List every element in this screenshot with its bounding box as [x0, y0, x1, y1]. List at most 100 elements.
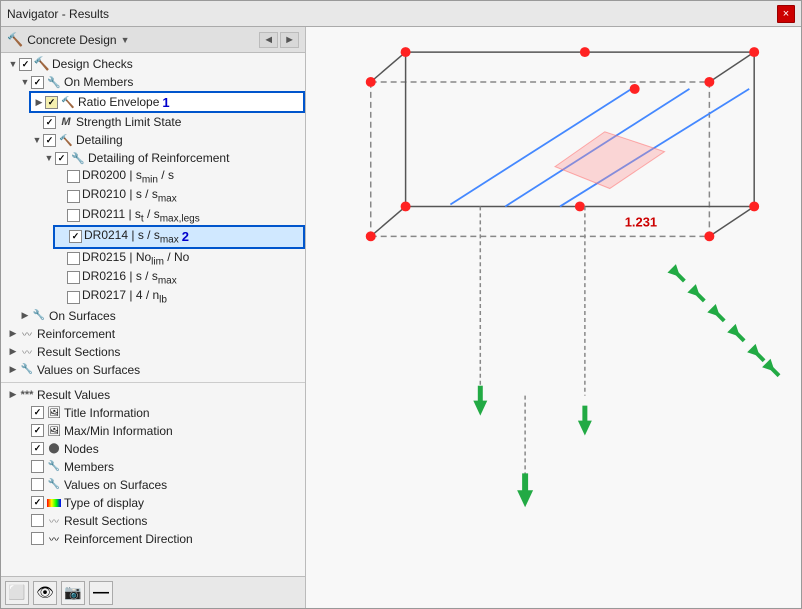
title-bar: Navigator - Results × — [1, 1, 801, 27]
dr0210-expand — [55, 190, 67, 202]
right-panel[interactable]: 1.231 — [306, 27, 801, 608]
ratio-envelope-checkbox[interactable] — [45, 96, 58, 109]
result-values-icon: *** — [19, 387, 35, 403]
type-display-checkbox[interactable] — [31, 496, 44, 509]
dr0216-item[interactable]: DR0216 | s / smax — [53, 268, 305, 287]
det-reinf-checkbox[interactable] — [55, 152, 68, 165]
det-of-reinf-item[interactable]: 🔧 Detailing of Reinforcement — [41, 149, 305, 167]
panel-arrows: ◄ ► — [259, 32, 299, 48]
title-info-item[interactable]: 🖼 Title Information — [17, 404, 305, 422]
ratio-envelope-number: 1 — [162, 95, 169, 110]
dr0211-checkbox[interactable] — [67, 209, 80, 222]
maxmin-info-item[interactable]: 🖼 Max/Min Information — [17, 422, 305, 440]
detailing-item[interactable]: 🔨 Detailing — [29, 131, 305, 149]
type-display-item[interactable]: Type of display — [17, 494, 305, 512]
result-sections-top-item[interactable]: 〰 Result Sections — [5, 343, 305, 361]
values-on-surfaces-label: Values on Surfaces — [37, 363, 140, 377]
tree-container[interactable]: 🔨 Design Checks 🔧 On Members 🔨 Ratio Env… — [1, 53, 305, 576]
result-sections-top-expand[interactable] — [7, 346, 19, 358]
values-surf2-expand — [19, 479, 31, 491]
dr0215-item[interactable]: DR0215 | Nolim / No — [53, 249, 305, 268]
panel-title: Concrete Design — [27, 33, 116, 47]
viewport[interactable]: 1.231 — [306, 27, 801, 608]
toolbar-button-2[interactable]: 👁 — [33, 581, 57, 605]
detailing-expand[interactable] — [31, 134, 43, 146]
toolbar-button-1[interactable]: ⬜ — [5, 581, 29, 605]
on-members-label: On Members — [64, 75, 133, 89]
on-members-expand[interactable] — [19, 76, 31, 88]
on-members-item[interactable]: 🔧 On Members — [17, 73, 305, 91]
maxmin-expand — [19, 425, 31, 437]
on-surfaces-item[interactable]: 🔧 On Surfaces — [17, 307, 305, 325]
ratio-envelope-icon: 🔨 — [60, 94, 76, 110]
design-checks-label: Design Checks — [52, 57, 133, 71]
on-members-checkbox[interactable] — [31, 76, 44, 89]
ratio-envelope-expand[interactable] — [33, 96, 45, 108]
line-icon: — — [93, 584, 109, 602]
result-sec2-checkbox[interactable] — [31, 514, 44, 527]
reinf-dir-checkbox[interactable] — [31, 532, 44, 545]
dr0216-expand — [55, 272, 67, 284]
toolbar-button-4[interactable]: — — [89, 581, 113, 605]
maxmin-checkbox[interactable] — [31, 424, 44, 437]
dr0217-expand — [55, 291, 67, 303]
members-checkbox[interactable] — [31, 460, 44, 473]
dr0215-label: DR0215 | Nolim / No — [82, 250, 189, 267]
values-on-surfaces-item[interactable]: 🔧 Values on Surfaces — [5, 361, 305, 379]
result-sec2-icon: 〰 — [46, 513, 62, 529]
strength-checkbox[interactable] — [43, 116, 56, 129]
dr0217-item[interactable]: DR0217 | 4 / nlb — [53, 287, 305, 306]
reinf-dir-item[interactable]: 〰 Reinforcement Direction — [17, 530, 305, 548]
result-values-expand[interactable] — [7, 389, 19, 401]
toolbar-button-3[interactable]: 📷 — [61, 581, 85, 605]
strength-limit-item[interactable]: M Strength Limit State — [29, 113, 305, 131]
nodes-checkbox[interactable] — [31, 442, 44, 455]
dr0216-checkbox[interactable] — [67, 271, 80, 284]
strength-label: Strength Limit State — [76, 115, 181, 129]
design-checks-item[interactable]: 🔨 Design Checks — [5, 55, 305, 73]
design-checks-checkbox[interactable] — [19, 58, 32, 71]
dr0215-expand — [55, 252, 67, 264]
nodes-item[interactable]: ⬤ Nodes — [17, 440, 305, 458]
close-button[interactable]: × — [777, 5, 795, 23]
dr0215-checkbox[interactable] — [67, 252, 80, 265]
reinforcement-item[interactable]: 〰 Reinforcement — [5, 325, 305, 343]
detailing-checkbox[interactable] — [43, 134, 56, 147]
result-sec2-expand — [19, 515, 31, 527]
on-surfaces-expand[interactable] — [19, 310, 31, 322]
dr0214-checkbox[interactable] — [69, 230, 82, 243]
dr0200-checkbox[interactable] — [67, 170, 80, 183]
dr0200-expand — [55, 171, 67, 183]
dr0214-expand — [57, 231, 69, 243]
members-label: Members — [64, 460, 114, 474]
dr0210-item[interactable]: DR0210 | s / smax — [53, 186, 305, 205]
values-surfaces2-item[interactable]: 🔧 Values on Surfaces — [17, 476, 305, 494]
result-values-item[interactable]: *** Result Values — [5, 386, 305, 404]
values-on-surfaces-expand[interactable] — [7, 364, 19, 376]
ratio-envelope-item[interactable]: 🔨 Ratio Envelope 1 — [29, 91, 305, 113]
dr0210-checkbox[interactable] — [67, 190, 80, 203]
design-checks-expand[interactable] — [7, 58, 19, 70]
dr0200-item[interactable]: DR0200 | smin / s — [53, 167, 305, 186]
values-surf2-checkbox[interactable] — [31, 478, 44, 491]
members-item[interactable]: 🔧 Members — [17, 458, 305, 476]
reinforcement-icon: 〰 — [19, 326, 35, 342]
title-info-checkbox[interactable] — [31, 406, 44, 419]
title-info-icon: 🖼 — [46, 405, 62, 421]
svg-text:1.231: 1.231 — [625, 214, 657, 229]
maxmin-label: Max/Min Information — [64, 424, 173, 438]
arrow-right-btn[interactable]: ► — [280, 32, 299, 48]
on-surfaces-label: On Surfaces — [49, 309, 116, 323]
det-reinf-expand[interactable] — [43, 152, 55, 164]
3d-scene-svg: 1.231 — [306, 27, 801, 608]
design-checks-icon: 🔨 — [34, 56, 50, 72]
strength-expand — [31, 116, 43, 128]
result-values-label: Result Values — [37, 388, 110, 402]
nodes-expand — [19, 443, 31, 455]
arrow-left-btn[interactable]: ◄ — [259, 32, 278, 48]
result-sections2-item[interactable]: 〰 Result Sections — [17, 512, 305, 530]
dr0214-item[interactable]: DR0214 | s / smax 2 — [53, 225, 305, 248]
reinforcement-expand[interactable] — [7, 328, 19, 340]
dr0217-checkbox[interactable] — [67, 291, 80, 304]
dr0211-item[interactable]: DR0211 | st / smax,legs — [53, 206, 305, 225]
